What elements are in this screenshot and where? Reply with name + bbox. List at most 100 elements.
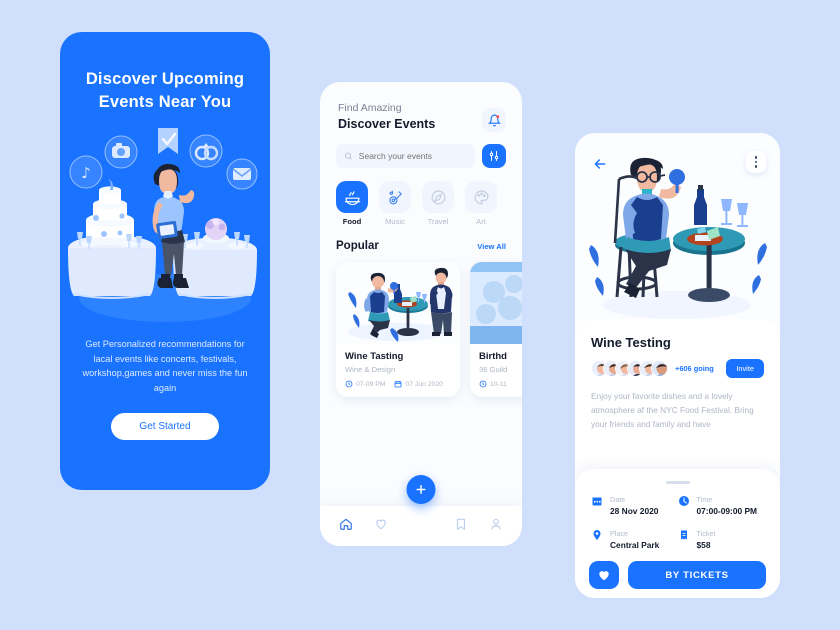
plus-icon <box>416 485 426 494</box>
info-date-value: 28 Nov 2020 <box>610 505 659 516</box>
detail-cta-bar: BY TICKETS <box>575 552 780 598</box>
back-arrow-icon <box>594 159 606 169</box>
event-card-title: Birthd <box>479 351 507 362</box>
event-detail-screen: Wine Testing +606 going Invite Enjoy you… <box>575 133 780 598</box>
event-card-footer: 07-09 PM 07 Jun 2020 <box>345 380 451 388</box>
discover-title: Discover Events <box>338 117 436 131</box>
more-vertical-icon <box>754 165 758 168</box>
info-ticket-label: Ticket <box>696 528 716 538</box>
onboarding-description: Get Personalized recommendations for lac… <box>82 339 248 393</box>
tab-bookmarks[interactable] <box>454 517 468 536</box>
event-card-body: Birthd 36 Guild 10-11 <box>470 344 522 397</box>
event-card[interactable]: Birthd 36 Guild 10-11 <box>470 262 522 397</box>
get-started-button[interactable]: Get Started <box>111 413 219 440</box>
more-vertical-icon <box>754 160 758 164</box>
event-card-time-label: 10-11 <box>490 380 507 388</box>
event-card-date-label: 07 Jun 2020 <box>405 380 443 388</box>
info-time-text: Time 07:00-09:00 PM <box>697 495 758 516</box>
view-all-link[interactable]: View All <box>477 242 506 251</box>
category-list: Food Music Travel Art <box>320 168 522 226</box>
category-food-tile <box>336 181 368 213</box>
popular-card-list: Wine Tasting Wine & Design 07-09 PM 07 J… <box>320 252 522 397</box>
onboarding-title: Discover Upcoming Events Near You <box>60 68 270 114</box>
back-button[interactable] <box>589 153 611 175</box>
event-card-date: 07 Jun 2020 <box>394 380 443 388</box>
info-date-text: Date 28 Nov 2020 <box>610 495 658 516</box>
tab-home[interactable] <box>339 517 353 536</box>
onboarding-screen: Discover Upcoming Events Near You ♪ Get … <box>60 32 270 490</box>
category-travel-label: Travel <box>427 217 449 226</box>
buy-tickets-button[interactable]: BY TICKETS <box>628 561 766 589</box>
category-music-tile <box>379 181 411 213</box>
event-card-title: Wine Tasting <box>345 351 404 362</box>
info-ticket-value: $58 <box>696 539 711 550</box>
detail-info-grid: Date 28 Nov 2020 Time 07:00-09:00 PM Pla… <box>591 495 764 550</box>
detail-hero <box>575 133 780 333</box>
info-place-value: Central Park <box>610 539 660 550</box>
info-place-label: Place <box>610 528 628 538</box>
category-music-label: Music <box>385 217 405 226</box>
bottom-tab-bar <box>320 506 522 546</box>
search-input[interactable] <box>358 151 467 161</box>
home-icon <box>339 518 352 530</box>
event-card-footer: 10-11 <box>479 380 522 388</box>
heart-filled-icon <box>599 571 609 581</box>
add-event-fab[interactable] <box>406 475 436 504</box>
info-time-value: 07:00-09:00 PM <box>696 505 758 516</box>
event-card-subtitle: Wine & Design <box>345 365 396 374</box>
invite-button[interactable]: Invite <box>726 359 764 378</box>
info-date: Date 28 Nov 2020 <box>591 495 678 516</box>
notification-bell-button[interactable] <box>482 108 506 132</box>
event-card-time: 07-09 PM <box>345 380 385 388</box>
more-options-button[interactable] <box>746 151 766 173</box>
category-travel[interactable]: Travel <box>422 181 454 226</box>
filter-button[interactable] <box>482 144 506 168</box>
event-card-time: 10-11 <box>479 380 507 388</box>
event-card[interactable]: Wine Tasting Wine & Design 07-09 PM 07 J… <box>336 262 460 397</box>
popular-title: Popular <box>336 240 379 252</box>
onboarding-title-line1: Discover Upcoming <box>85 70 245 88</box>
info-place-text: Place Central Park <box>610 529 659 550</box>
tab-favorites[interactable] <box>374 517 388 536</box>
detail-title: Wine Testing <box>591 335 671 350</box>
event-card-body: Wine Tasting Wine & Design 07-09 PM 07 J… <box>336 344 460 397</box>
favorite-button[interactable] <box>589 561 619 589</box>
wedding-planner-illustration: ♪ <box>68 128 258 322</box>
compass-icon <box>431 190 445 204</box>
clock-icon <box>345 380 353 388</box>
tab-profile[interactable] <box>489 517 503 536</box>
attendee-avatars[interactable] <box>591 360 668 377</box>
guitar-icon <box>388 190 402 204</box>
going-count-label: +606 going <box>675 364 714 373</box>
discover-greeting: Find Amazing <box>338 102 402 114</box>
category-art[interactable]: Art <box>465 181 497 226</box>
more-vertical-icon <box>754 156 758 159</box>
ticket-icon <box>680 530 687 540</box>
info-time: Time 07:00-09:00 PM <box>678 495 765 516</box>
category-art-label: Art <box>476 217 486 226</box>
category-food-label: Food <box>342 217 362 226</box>
balloons-ladder-illustration <box>470 262 522 344</box>
sheet-grabber[interactable] <box>665 481 690 484</box>
avatar <box>651 360 668 377</box>
search-icon <box>345 152 352 160</box>
svg-text:♪: ♪ <box>81 164 91 182</box>
info-ticket: Ticket $58 <box>678 529 765 550</box>
location-pin-icon <box>593 529 601 540</box>
category-art-tile <box>465 181 497 213</box>
detail-description: Enjoy your favorite dishes and a lovely … <box>591 391 754 429</box>
two-men-wine-illustration <box>336 262 460 344</box>
category-food[interactable]: Food <box>336 181 368 226</box>
event-card-illustration <box>470 262 522 344</box>
onboarding-title-line2: Events Near You <box>98 93 232 111</box>
discover-screen: Find Amazing Discover Events Search your… <box>320 82 522 546</box>
screenshot-canvas: Discover Upcoming Events Near You ♪ Get … <box>0 0 840 630</box>
onboarding-illustration: ♪ <box>60 126 270 331</box>
category-music[interactable]: Music <box>379 181 411 226</box>
profile-icon <box>491 518 502 529</box>
bookmark-icon <box>457 518 466 530</box>
search-box[interactable] <box>336 144 475 168</box>
info-date-label: Date <box>610 494 626 504</box>
event-card-illustration <box>336 262 460 344</box>
clock-icon <box>479 380 487 388</box>
